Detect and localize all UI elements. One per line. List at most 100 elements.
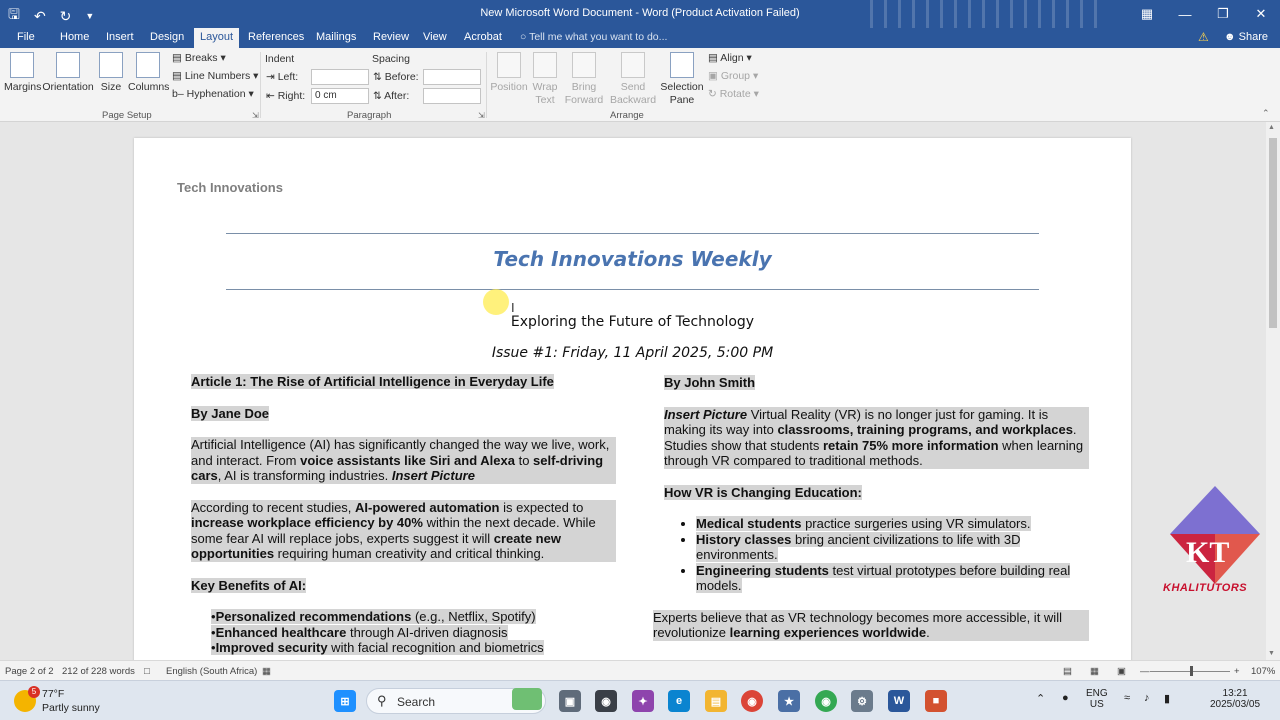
- weather-temperature: 77°F: [42, 688, 65, 700]
- wifi-icon[interactable]: ≈: [1124, 692, 1130, 704]
- margins-button[interactable]: Margins: [4, 52, 41, 93]
- spacing-before-label: ⇅ Before:: [373, 71, 419, 83]
- word-icon[interactable]: W: [888, 690, 910, 712]
- indent-right-label: ⇤ Right:: [266, 90, 306, 102]
- word-count[interactable]: 212 of 228 words: [62, 666, 135, 677]
- list-item: Medical students practice surgeries usin…: [696, 516, 1089, 532]
- rotate-label: Rotate: [719, 88, 751, 100]
- zoom-out-icon[interactable]: —: [1140, 666, 1150, 677]
- zoom-level[interactable]: 107%: [1251, 666, 1275, 677]
- left-column: Article 1: The Rise of Artificial Intell…: [191, 374, 616, 656]
- ribbon-display-options-icon[interactable]: ▦: [1128, 0, 1166, 28]
- scroll-up-icon[interactable]: ▲: [1268, 124, 1275, 131]
- copilot-icon[interactable]: ✦: [632, 690, 654, 712]
- tab-references[interactable]: References: [248, 28, 304, 48]
- document-page[interactable]: Tech Innovations Tech Innovations Weekly…: [134, 138, 1131, 660]
- web-layout-icon[interactable]: ▣: [1117, 666, 1126, 677]
- rotate-button[interactable]: ↻ Rotate ▾: [708, 88, 759, 100]
- collapse-ribbon-icon[interactable]: ⌃: [1262, 108, 1270, 119]
- windows-start-icon[interactable]: ⊞: [334, 690, 356, 712]
- hyphenation-icon: b–: [172, 88, 187, 100]
- app-icon[interactable]: ◉: [595, 690, 617, 712]
- share-button[interactable]: ☻ Share: [1224, 31, 1268, 43]
- indent-left-label: ⇥ Left:: [266, 71, 299, 83]
- document-area[interactable]: Tech Innovations Tech Innovations Weekly…: [0, 122, 1266, 660]
- search-icon: ⚲: [377, 693, 387, 708]
- indent-right-input[interactable]: 0 cm: [311, 88, 369, 104]
- spacing-after-label: ⇅ After:: [373, 90, 410, 102]
- spacing-before-icon: ⇅: [373, 71, 385, 83]
- volume-icon[interactable]: ♪: [1144, 692, 1150, 704]
- text-cursor-icon: I: [511, 300, 515, 315]
- size-button[interactable]: Size: [98, 52, 124, 93]
- breaks-button[interactable]: ▤ Breaks ▾: [172, 52, 226, 64]
- spacing-before-input[interactable]: [423, 69, 481, 85]
- read-mode-icon[interactable]: ▤: [1063, 666, 1072, 677]
- benefits-title: Key Benefits of AI:: [191, 577, 307, 593]
- position-button[interactable]: Position: [490, 52, 528, 93]
- tray-overflow-icon[interactable]: ⌃: [1036, 692, 1045, 705]
- vr-section-title: How VR is Changing Education:: [664, 484, 862, 500]
- tab-file[interactable]: File: [17, 28, 35, 48]
- proofing-icon[interactable]: □: [144, 666, 150, 677]
- right-author: By John Smith: [664, 375, 756, 390]
- restore-button[interactable]: ❐: [1204, 0, 1242, 28]
- close-button[interactable]: ✕: [1242, 0, 1280, 28]
- tab-layout[interactable]: Layout: [194, 28, 240, 48]
- battery-icon[interactable]: ▮: [1164, 692, 1170, 705]
- warning-icon[interactable]: ⚠: [1198, 30, 1209, 44]
- language-indicator[interactable]: ENG US: [1086, 688, 1108, 710]
- weather-badge: 5: [28, 686, 40, 698]
- send-backward-button[interactable]: Send Backward: [608, 52, 658, 107]
- hyphenation-button[interactable]: b– Hyphenation ▾: [172, 88, 254, 100]
- clock[interactable]: 13:21 2025/03/05: [1210, 688, 1260, 710]
- language-primary: ENG: [1086, 688, 1108, 699]
- align-button[interactable]: ▤ Align ▾: [708, 52, 752, 64]
- scroll-down-icon[interactable]: ▼: [1268, 650, 1275, 657]
- orientation-button[interactable]: Orientation: [42, 52, 94, 93]
- microphone-icon[interactable]: ●: [1062, 692, 1069, 704]
- zoom-in-icon[interactable]: +: [1234, 666, 1240, 677]
- task-view-icon[interactable]: ▣: [559, 690, 581, 712]
- wrap-text-button[interactable]: Wrap Text: [530, 52, 560, 107]
- tab-home[interactable]: Home: [60, 28, 89, 48]
- scrollbar-thumb[interactable]: [1269, 138, 1277, 328]
- settings-icon[interactable]: ⚙: [851, 690, 873, 712]
- page-setup-launcher-icon[interactable]: ⇲: [252, 111, 259, 120]
- page-count[interactable]: Page 2 of 2: [5, 666, 54, 677]
- align-icon: ▤: [708, 52, 721, 64]
- right-paragraph-1: Insert Picture Virtual Reality (VR) is n…: [664, 406, 1089, 469]
- tab-mailings[interactable]: Mailings: [316, 28, 356, 48]
- edge-icon[interactable]: e: [668, 690, 690, 712]
- chrome-profile-icon[interactable]: ◉: [815, 690, 837, 712]
- columns-button[interactable]: Columns: [128, 52, 169, 93]
- zoom-slider-thumb[interactable]: [1190, 666, 1193, 676]
- powerpoint-icon[interactable]: ■: [925, 690, 947, 712]
- group-button[interactable]: ▣ Group ▾: [708, 70, 758, 82]
- spacing-after-input[interactable]: [423, 88, 481, 104]
- chrome-icon[interactable]: ◉: [741, 690, 763, 712]
- file-explorer-icon[interactable]: ▤: [705, 690, 727, 712]
- tab-insert[interactable]: Insert: [106, 28, 134, 48]
- paragraph-launcher-icon[interactable]: ⇲: [478, 111, 485, 120]
- tell-me-search[interactable]: ○ Tell me what you want to do...: [520, 31, 667, 43]
- tab-review[interactable]: Review: [373, 28, 409, 48]
- bring-forward-button[interactable]: Bring Forward: [562, 52, 606, 107]
- size-label: Size: [100, 81, 122, 93]
- document-title: Tech Innovations Weekly: [493, 247, 772, 271]
- indent-left-input[interactable]: [311, 69, 369, 85]
- selection-pane-button[interactable]: Selection Pane: [660, 52, 704, 107]
- columns-icon: [136, 52, 160, 78]
- app-icon[interactable]: ★: [778, 690, 800, 712]
- tab-view[interactable]: View: [423, 28, 447, 48]
- left-paragraph-1: Artificial Intelligence (AI) has signifi…: [191, 437, 616, 484]
- minimize-button[interactable]: —: [1166, 0, 1204, 28]
- print-layout-icon[interactable]: ▦: [1090, 666, 1099, 677]
- language-status[interactable]: English (South Africa): [166, 666, 257, 677]
- tab-design[interactable]: Design: [150, 28, 184, 48]
- title-bar: 🖫 ↶ ↻ ▼ New Microsoft Word Document - Wo…: [0, 0, 1280, 28]
- tab-acrobat[interactable]: Acrobat: [464, 28, 502, 48]
- macro-icon[interactable]: ▦: [262, 666, 271, 677]
- logo-letters: KT: [1186, 536, 1229, 569]
- line-numbers-button[interactable]: ▤ Line Numbers ▾: [172, 70, 258, 82]
